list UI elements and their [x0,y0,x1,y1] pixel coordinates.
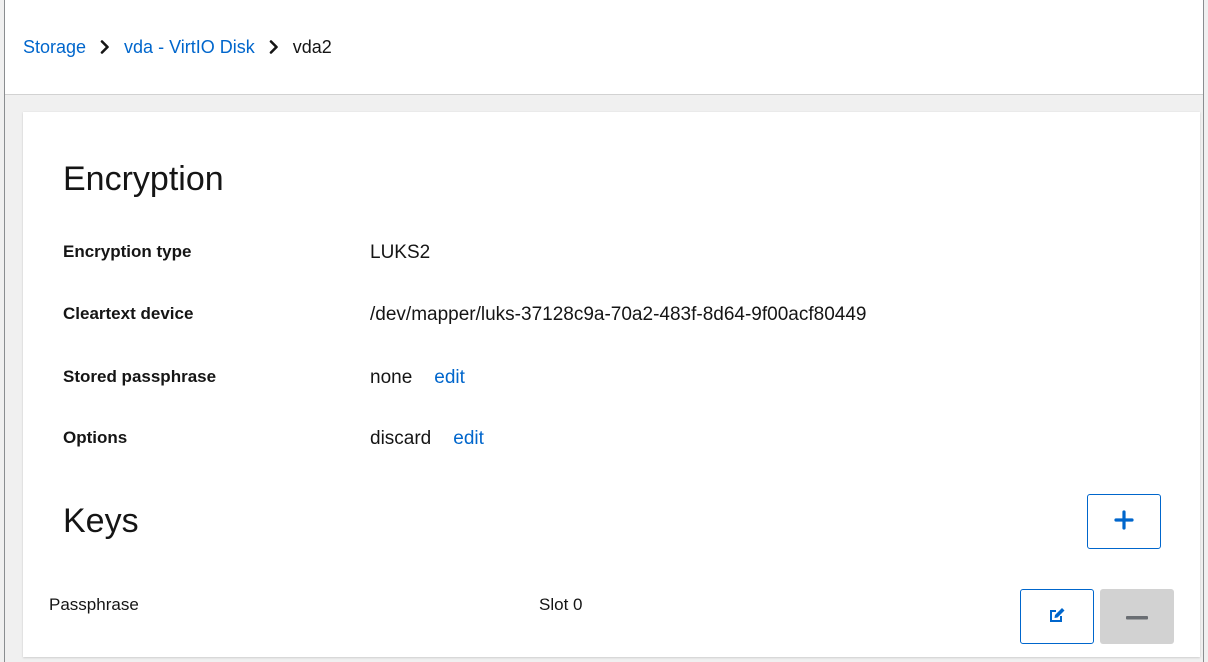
cleartext-device-text: /dev/mapper/luks-37128c9a-70a2-483f-8d64… [370,304,867,325]
stored-passphrase-value: none edit [370,367,465,389]
chevron-right-icon [98,40,112,54]
encryption-title: Encryption [63,160,224,198]
options-label: Options [63,428,128,447]
cleartext-device-label: Cleartext device [63,304,194,323]
encryption-type-label: Encryption type [63,242,192,261]
key-type: Passphrase [49,595,139,614]
app-frame: Storage vda - VirtIO Disk vda2 Encryptio… [4,0,1204,662]
encryption-type-value: LUKS2 [370,242,430,264]
encryption-card: Encryption Encryption type LUKS2 Clearte… [23,112,1200,657]
stored-passphrase-text: none [370,367,413,388]
minus-icon [1126,609,1148,624]
encryption-type-text: LUKS2 [370,242,431,263]
plus-icon [1114,510,1134,533]
edit-key-button[interactable] [1020,589,1094,644]
options-edit-link[interactable]: edit [453,428,484,450]
keys-title: Keys [63,502,139,540]
stored-passphrase-label: Stored passphrase [63,367,217,386]
options-text: discard [370,428,432,449]
remove-key-button[interactable] [1100,589,1174,644]
breadcrumb-link-storage[interactable]: Storage [23,37,86,58]
stored-passphrase-edit-link[interactable]: edit [434,367,465,389]
key-slot: Slot 0 [539,595,583,614]
cleartext-device-value: /dev/mapper/luks-37128c9a-70a2-483f-8d64… [370,304,866,326]
chevron-right-icon [267,40,281,54]
breadcrumb-link-disk[interactable]: vda - VirtIO Disk [124,37,255,58]
add-key-button[interactable] [1087,494,1161,549]
breadcrumb-current: vda2 [292,36,332,57]
edit-icon [1047,605,1067,628]
breadcrumb: Storage vda - VirtIO Disk vda2 [5,0,1203,95]
options-value: discard edit [370,428,484,450]
